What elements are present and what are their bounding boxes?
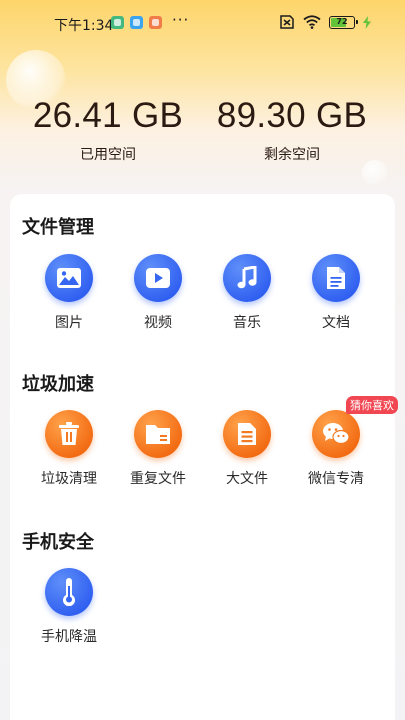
used-space: 26.41 GB 已用空间 [8, 96, 208, 164]
tool-label: 垃圾清理 [41, 471, 97, 487]
tool-label: 手机降温 [41, 629, 97, 645]
image-icon [57, 268, 81, 288]
video-icon [146, 268, 170, 288]
status-icons: 72 [279, 15, 371, 29]
tool-label: 重复文件 [130, 471, 186, 487]
tool-label: 微信专清 [308, 471, 364, 487]
notification-taobao-icon [149, 16, 162, 29]
folder-icon [146, 425, 170, 444]
storage-summary: 26.41 GB 已用空间 89.30 GB 剩余空间 [0, 96, 405, 176]
section-title-junk: 垃圾加速 [22, 374, 94, 395]
wifi-icon [303, 15, 321, 29]
tools-card: 文件管理 图片 视频 音乐 文档 垃圾加速 垃圾清理 重复文件 大文件 猜你喜欢… [10, 194, 398, 720]
tool-wechat-clean[interactable]: 猜你喜欢 微信专清 [294, 396, 398, 488]
tool-music[interactable]: 音乐 [205, 254, 289, 332]
notification-chat-icon [130, 16, 143, 29]
section-title-security: 手机安全 [22, 532, 94, 553]
file-manage-grid: 图片 视频 音乐 文档 [10, 254, 395, 334]
tool-large-files[interactable]: 大文件 [205, 410, 289, 488]
used-space-value: 26.41 GB [32, 96, 184, 135]
security-grid: 手机降温 [10, 568, 395, 648]
no-sim-icon [280, 15, 294, 29]
recommend-badge: 猜你喜欢 [346, 396, 398, 414]
tool-label: 图片 [55, 315, 83, 331]
more-notifications-icon: ··· [172, 11, 190, 29]
large-file-icon [238, 423, 256, 445]
notification-app-icon [111, 16, 124, 29]
status-bar: 下午1:34 ··· 72 [0, 0, 405, 46]
junk-grid: 垃圾清理 重复文件 大文件 猜你喜欢 微信专清 [10, 396, 398, 490]
tool-label: 文档 [322, 315, 350, 331]
section-title-file-manage: 文件管理 [22, 217, 94, 238]
charging-icon [363, 15, 371, 29]
wechat-icon [323, 423, 350, 445]
document-icon [327, 267, 345, 289]
free-space-value: 89.30 GB [216, 96, 368, 135]
tool-label: 视频 [144, 315, 172, 331]
music-icon [237, 266, 257, 289]
battery-icon: 72 [329, 15, 358, 29]
used-space-label: 已用空间 [80, 147, 136, 163]
status-time: 下午1:34 [54, 18, 114, 34]
free-space: 89.30 GB 剩余空间 [192, 96, 392, 164]
thermometer-icon [63, 578, 75, 606]
tool-documents[interactable]: 文档 [294, 254, 378, 332]
tool-duplicate-files[interactable]: 重复文件 [116, 410, 200, 488]
tool-videos[interactable]: 视频 [116, 254, 200, 332]
tool-label: 大文件 [226, 471, 268, 487]
tool-label: 音乐 [233, 315, 261, 331]
trash-icon [59, 422, 79, 445]
tool-phone-cooling[interactable]: 手机降温 [27, 568, 111, 646]
tool-junk-clean[interactable]: 垃圾清理 [27, 410, 111, 488]
tool-images[interactable]: 图片 [27, 254, 111, 332]
battery-level: 72 [336, 16, 348, 26]
free-space-label: 剩余空间 [264, 147, 320, 163]
